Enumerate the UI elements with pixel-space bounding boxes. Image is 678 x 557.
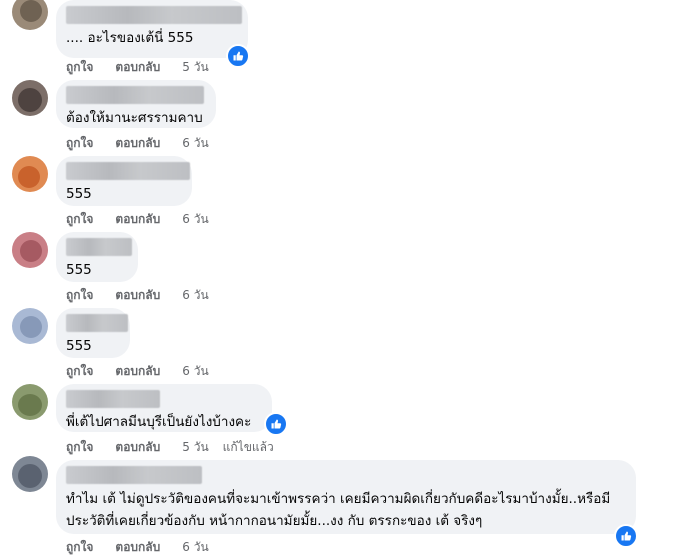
comment-timestamp[interactable]: 5 วัน	[182, 438, 208, 457]
like-button[interactable]: ถูกใจ	[66, 134, 93, 153]
comment-text: 555	[66, 186, 92, 202]
comment-actions: ถูกใจ ตอบกลับ 5 วัน	[66, 58, 231, 77]
comment-actions: ถูกใจ ตอบกลับ 6 วัน	[66, 210, 231, 229]
comment-bubble: พี่เต้ไปศาลมีนบุรีเป็นยังไงบ้างคะ	[56, 384, 272, 432]
reply-button[interactable]: ตอบกลับ	[115, 538, 160, 557]
avatar[interactable]	[12, 384, 48, 420]
comment-actions: ถูกใจ ตอบกลับ 6 วัน	[66, 362, 231, 381]
comment-text: ทำไม เต้ ไม่ดูประวัติของคนที่จะมาเข้าพรร…	[66, 491, 611, 529]
comment-actions: ถูกใจ ตอบกลับ 6 วัน	[66, 134, 231, 153]
comment-text: 555	[66, 262, 92, 278]
comment-bubble: ต้องให้มานะศรรามคาบ	[56, 80, 216, 128]
comment-actions: ถูกใจ ตอบกลับ 5 วัน แก้ไขแล้ว	[66, 438, 296, 457]
comment-text: พี่เต้ไปศาลมีนบุรีเป็นยังไงบ้างคะ	[66, 414, 252, 430]
reply-button[interactable]: ตอบกลับ	[115, 438, 160, 457]
commenter-name[interactable]	[66, 6, 242, 24]
avatar[interactable]	[12, 0, 48, 30]
comment-text: 555	[66, 338, 92, 354]
comment-actions: ถูกใจ ตอบกลับ 6 วัน	[66, 286, 231, 305]
avatar[interactable]	[12, 156, 48, 192]
like-reaction-icon[interactable]	[614, 524, 638, 548]
reply-button[interactable]: ตอบกลับ	[115, 286, 160, 305]
comment-timestamp[interactable]: 6 วัน	[182, 362, 208, 381]
commenter-name[interactable]	[66, 466, 202, 484]
like-button[interactable]: ถูกใจ	[66, 362, 93, 381]
avatar[interactable]	[12, 232, 48, 268]
comment-timestamp[interactable]: 6 วัน	[182, 134, 208, 153]
comment-text: ต้องให้มานะศรรามคาบ	[66, 110, 203, 126]
edited-label[interactable]: แก้ไขแล้ว	[223, 438, 274, 457]
avatar[interactable]	[12, 456, 48, 492]
commenter-name[interactable]	[66, 314, 128, 332]
reply-button[interactable]: ตอบกลับ	[115, 210, 160, 229]
comment-timestamp[interactable]: 6 วัน	[182, 210, 208, 229]
commenter-name[interactable]	[66, 86, 204, 104]
like-button[interactable]: ถูกใจ	[66, 58, 93, 77]
comment-bubble: 555	[56, 232, 138, 282]
commenter-name[interactable]	[66, 162, 190, 180]
reply-button[interactable]: ตอบกลับ	[115, 134, 160, 153]
comment-timestamp[interactable]: 6 วัน	[182, 286, 208, 305]
reply-button[interactable]: ตอบกลับ	[115, 362, 160, 381]
like-button[interactable]: ถูกใจ	[66, 210, 93, 229]
comment-bubble: 555	[56, 308, 130, 358]
like-reaction-icon[interactable]	[264, 412, 288, 436]
comment-bubble: 555	[56, 156, 192, 206]
like-button[interactable]: ถูกใจ	[66, 286, 93, 305]
comment-bubble: .... อะไรของเต้นี่ 555	[56, 0, 248, 58]
comment-text: .... อะไรของเต้นี่ 555	[66, 30, 194, 46]
comment-timestamp[interactable]: 5 วัน	[182, 58, 208, 77]
avatar[interactable]	[12, 80, 48, 116]
comment-actions: ถูกใจ ตอบกลับ 6 วัน	[66, 538, 231, 557]
reply-button[interactable]: ตอบกลับ	[115, 58, 160, 77]
commenter-name[interactable]	[66, 390, 160, 408]
avatar[interactable]	[12, 308, 48, 344]
like-button[interactable]: ถูกใจ	[66, 538, 93, 557]
comment-bubble: ทำไม เต้ ไม่ดูประวัติของคนที่จะมาเข้าพรร…	[56, 460, 636, 534]
commenter-name[interactable]	[66, 238, 132, 256]
like-button[interactable]: ถูกใจ	[66, 438, 93, 457]
comment-timestamp[interactable]: 6 วัน	[182, 538, 208, 557]
